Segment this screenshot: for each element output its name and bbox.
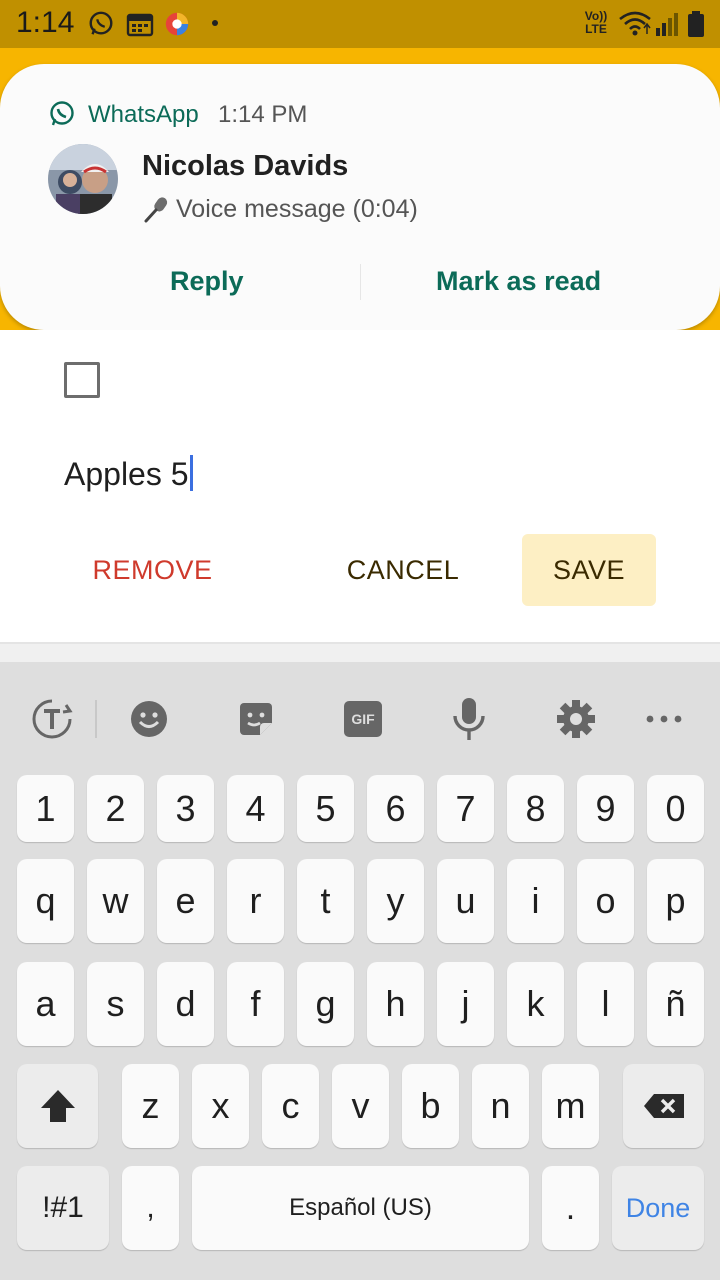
- key-g[interactable]: g: [297, 962, 354, 1046]
- microphone-emoji-icon: [144, 197, 168, 223]
- avatar: [48, 144, 118, 214]
- key-0[interactable]: 0: [647, 775, 704, 842]
- key-u[interactable]: u: [437, 859, 494, 943]
- mark-as-read-button[interactable]: Mark as read: [436, 266, 601, 297]
- key-m[interactable]: m: [542, 1064, 599, 1148]
- shift-key[interactable]: [17, 1064, 98, 1148]
- calendar-icon: [126, 13, 154, 37]
- item-name-input[interactable]: Apples 5: [64, 455, 193, 493]
- key-r[interactable]: r: [227, 859, 284, 943]
- key-e[interactable]: e: [157, 859, 214, 943]
- item-checkbox[interactable]: [64, 362, 100, 398]
- settings-icon[interactable]: [551, 694, 601, 744]
- key-8[interactable]: 8: [507, 775, 564, 842]
- key-d[interactable]: d: [157, 962, 214, 1046]
- shift-icon: [40, 1090, 75, 1122]
- notification-time: 1:14 PM: [218, 101, 308, 128]
- period-key[interactable]: .: [542, 1166, 599, 1250]
- cancel-button[interactable]: CANCEL: [336, 534, 470, 606]
- symbols-key[interactable]: !#1: [17, 1166, 109, 1250]
- key-k[interactable]: k: [507, 962, 564, 1046]
- key-o[interactable]: o: [577, 859, 634, 943]
- key-3[interactable]: 3: [157, 775, 214, 842]
- key-f[interactable]: f: [227, 962, 284, 1046]
- dialog-bottom-divider: [0, 642, 720, 662]
- item-name-value: Apples 5: [64, 456, 189, 492]
- browser-icon: [165, 12, 189, 36]
- microphone-icon[interactable]: [444, 694, 494, 744]
- remove-button[interactable]: REMOVE: [80, 534, 225, 606]
- key-4[interactable]: 4: [227, 775, 284, 842]
- volte-label-bottom: LTE: [585, 22, 607, 36]
- whatsapp-icon: [50, 101, 74, 126]
- key-q[interactable]: q: [17, 859, 74, 943]
- key-1[interactable]: 1: [17, 775, 74, 842]
- sticker-icon[interactable]: [231, 694, 281, 744]
- key-a[interactable]: a: [17, 962, 74, 1046]
- key-n-tilde[interactable]: ñ: [647, 962, 704, 1046]
- comma-key[interactable]: ,: [122, 1166, 179, 1250]
- gif-label: GIF: [344, 701, 382, 737]
- notification-sender: Nicolas Davids: [142, 150, 349, 182]
- key-x[interactable]: x: [192, 1064, 249, 1148]
- key-9[interactable]: 9: [577, 775, 634, 842]
- key-y[interactable]: y: [367, 859, 424, 943]
- status-bar: 1:14 Vo)) LTE: [0, 0, 720, 48]
- whatsapp-status-icon: [89, 11, 113, 35]
- key-5[interactable]: 5: [297, 775, 354, 842]
- wifi-icon: [619, 11, 651, 36]
- more-icon[interactable]: [639, 694, 689, 744]
- done-key[interactable]: Done: [612, 1166, 704, 1250]
- notification-app-name: WhatsApp: [88, 101, 199, 128]
- key-s[interactable]: s: [87, 962, 144, 1046]
- reply-button[interactable]: Reply: [170, 266, 244, 297]
- action-divider: [360, 264, 361, 300]
- signal-icon: [656, 13, 678, 36]
- key-l[interactable]: l: [577, 962, 634, 1046]
- key-t[interactable]: t: [297, 859, 354, 943]
- key-7[interactable]: 7: [437, 775, 494, 842]
- notification-message: Voice message (0:04): [142, 194, 418, 224]
- key-w[interactable]: w: [87, 859, 144, 943]
- key-j[interactable]: j: [437, 962, 494, 1046]
- backspace-key[interactable]: [623, 1064, 704, 1148]
- key-2[interactable]: 2: [87, 775, 144, 842]
- translate-icon[interactable]: [27, 694, 77, 744]
- key-6[interactable]: 6: [367, 775, 424, 842]
- key-v[interactable]: v: [332, 1064, 389, 1148]
- key-n[interactable]: n: [472, 1064, 529, 1148]
- save-button[interactable]: SAVE: [522, 534, 656, 606]
- key-z[interactable]: z: [122, 1064, 179, 1148]
- key-c[interactable]: c: [262, 1064, 319, 1148]
- gif-icon[interactable]: GIF: [338, 694, 388, 744]
- key-p[interactable]: p: [647, 859, 704, 943]
- emoji-icon[interactable]: [124, 694, 174, 744]
- backspace-icon: [643, 1094, 684, 1118]
- text-cursor: [189, 455, 193, 491]
- key-h[interactable]: h: [367, 962, 424, 1046]
- more-notifications-dot: [212, 20, 218, 26]
- notification-message-text: Voice message (0:04): [176, 194, 418, 223]
- toolbar-divider: [95, 700, 97, 738]
- battery-icon: [688, 11, 704, 37]
- space-key[interactable]: Español (US): [192, 1166, 529, 1250]
- key-i[interactable]: i: [507, 859, 564, 943]
- volte-icon: Vo)) LTE: [582, 10, 610, 38]
- key-b[interactable]: b: [402, 1064, 459, 1148]
- status-time: 1:14: [16, 6, 75, 39]
